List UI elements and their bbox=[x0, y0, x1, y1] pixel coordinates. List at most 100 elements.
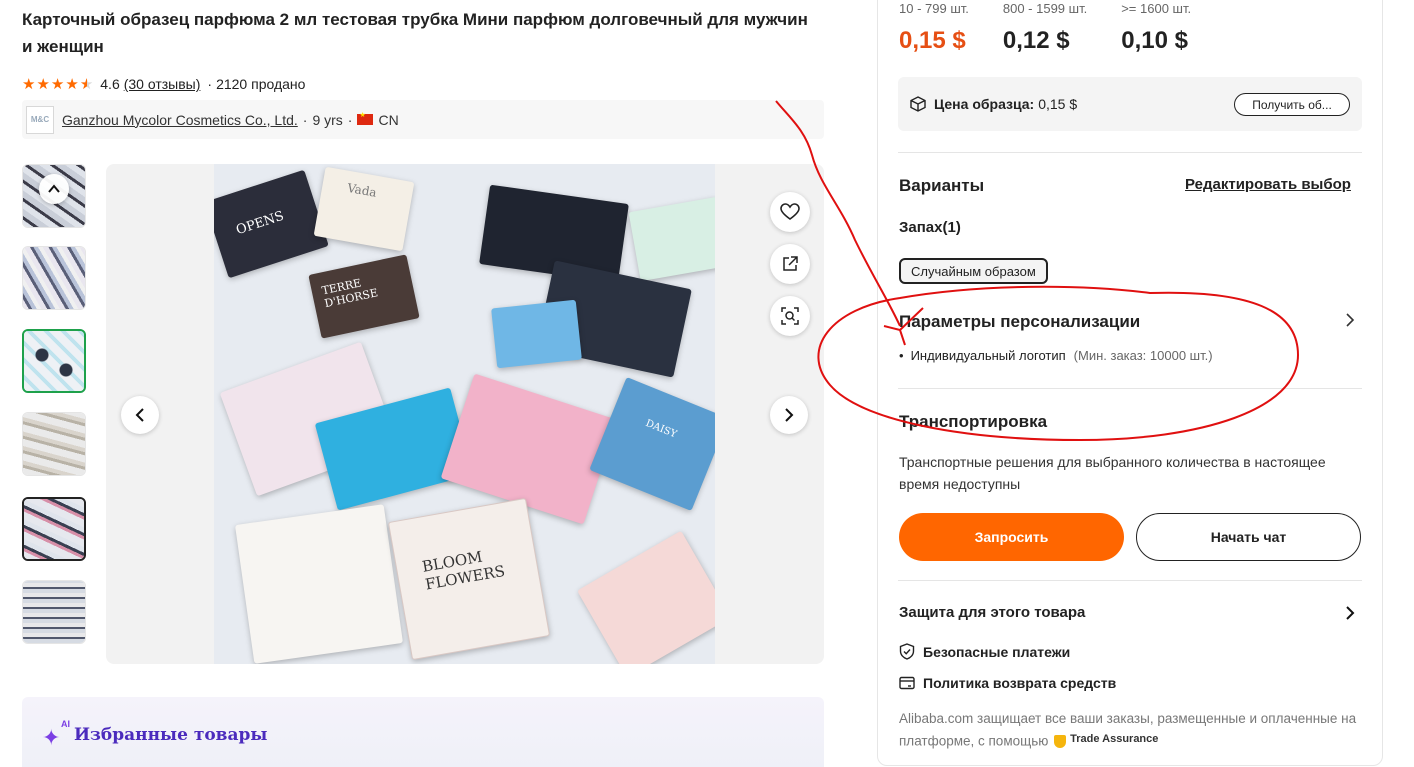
thumbnails-up-button[interactable] bbox=[39, 174, 69, 204]
featured-products-label: Избранные товары bbox=[74, 725, 268, 745]
featured-products-section[interactable]: ✦ AI Избранные товары bbox=[22, 697, 824, 767]
supplier-logo[interactable]: M&C bbox=[26, 105, 54, 134]
tier-quantity: >= 1600 шт. bbox=[1121, 1, 1192, 16]
main-image-gallery: OPENS Vada TERRE D'HORSE DAISY BLOOM FLO… bbox=[106, 164, 824, 664]
thumbnail[interactable] bbox=[22, 329, 86, 393]
thumbnail-image bbox=[24, 331, 84, 391]
thumbnail-image bbox=[23, 247, 85, 309]
price-tiers: 10 - 799 шт. 0,15 $ 800 - 1599 шт. 0,12 … bbox=[899, 0, 1225, 55]
product-box bbox=[234, 504, 404, 664]
star-icon: ★ bbox=[36, 75, 50, 93]
request-quote-button[interactable]: Запросить bbox=[899, 513, 1124, 561]
separator-dot: · bbox=[302, 111, 308, 128]
thumbnail-selected[interactable] bbox=[22, 497, 86, 561]
product-box: OPENS bbox=[214, 169, 329, 279]
divider bbox=[898, 152, 1362, 153]
package-icon bbox=[910, 96, 926, 112]
scent-label: Запах(1) bbox=[899, 219, 961, 236]
supplier-bar: M&C Ganzhou Mycolor Cosmetics Co., Ltd. … bbox=[22, 100, 824, 139]
start-chat-button[interactable]: Начать чат bbox=[1136, 513, 1361, 561]
half-star-icon: ★ bbox=[79, 75, 94, 93]
divider bbox=[898, 388, 1362, 389]
product-box: Vada bbox=[313, 166, 415, 252]
star-icon: ★ bbox=[22, 75, 36, 93]
product-box bbox=[628, 196, 715, 282]
product-title: Карточный образец парфюма 2 мл тестовая … bbox=[22, 10, 808, 56]
refund-policy-row: Политика возврата средств bbox=[899, 675, 1116, 691]
china-flag-icon bbox=[357, 111, 374, 125]
box-label: OPENS bbox=[234, 208, 286, 239]
box-label: TERRE D'HORSE bbox=[320, 276, 380, 311]
image-search-icon bbox=[781, 307, 799, 325]
gallery-next-button[interactable] bbox=[770, 396, 808, 434]
star-icon: ★ bbox=[50, 75, 65, 93]
trade-assurance-badge: Trade Assurance bbox=[1052, 729, 1158, 749]
rating-row: ★ ★ ★ ★ ★ 4.6 (30 отзывы) · 2120 продано bbox=[22, 74, 305, 94]
tier-price: 0,15 $ bbox=[899, 27, 966, 54]
bullet: • bbox=[899, 348, 904, 363]
tier-price: 0,10 $ bbox=[1121, 27, 1188, 54]
separator-dot: · bbox=[347, 111, 353, 128]
sold-count: 2120 продано bbox=[216, 76, 306, 92]
thumbnail-image bbox=[23, 413, 85, 475]
chevron-right-icon[interactable] bbox=[1345, 312, 1355, 333]
chevron-left-icon bbox=[135, 408, 144, 422]
product-box bbox=[491, 299, 582, 369]
reviews-link[interactable]: (30 отзывы) bbox=[124, 76, 201, 92]
get-sample-button[interactable]: Получить об... bbox=[1234, 93, 1350, 116]
custom-logo-label: Индивидуальный логотип bbox=[910, 348, 1066, 363]
chevron-right-icon bbox=[785, 408, 794, 422]
thumbnail-image bbox=[24, 499, 84, 559]
star-icon: ★ bbox=[65, 75, 79, 93]
product-box: BLOOM FLOWERS bbox=[387, 497, 551, 661]
share-icon bbox=[783, 256, 798, 271]
chevron-right-icon[interactable] bbox=[1345, 605, 1355, 626]
protection-note: Alibaba.com защищает все ваши заказы, ра… bbox=[899, 709, 1369, 752]
edit-selection-link[interactable]: Редактировать выбор bbox=[1185, 176, 1351, 193]
thumbnail-image bbox=[23, 581, 85, 643]
supplier-name-link[interactable]: Ganzhou Mycolor Cosmetics Co., Ltd. bbox=[62, 112, 298, 128]
product-box bbox=[440, 373, 618, 525]
sample-price-value: 0,15 $ bbox=[1038, 96, 1078, 112]
customization-item: • Индивидуальный логотип (Мин. заказ: 10… bbox=[899, 348, 1213, 363]
sparkle-icon: ✦ bbox=[42, 725, 61, 750]
shipping-heading: Транспортировка bbox=[899, 412, 1048, 431]
thumbnail[interactable] bbox=[22, 580, 86, 644]
share-button[interactable] bbox=[770, 244, 810, 284]
product-box bbox=[577, 530, 715, 664]
secure-payments-label: Безопасные платежи bbox=[923, 643, 1071, 660]
ai-badge: AI bbox=[61, 719, 70, 729]
secure-payments-row: Безопасные платежи bbox=[899, 643, 1070, 660]
image-search-button[interactable] bbox=[770, 296, 810, 336]
variants-heading: Варианты bbox=[899, 176, 985, 195]
heart-icon bbox=[780, 203, 800, 220]
separator-dot: · bbox=[207, 76, 213, 92]
shield-check-icon bbox=[899, 643, 915, 660]
price-tier: >= 1600 шт. 0,10 $ bbox=[1121, 0, 1191, 55]
trade-assurance-label: Trade Assurance bbox=[1070, 733, 1159, 745]
sample-price-label: Цена образца: bbox=[934, 96, 1035, 112]
product-main-image[interactable]: OPENS Vada TERRE D'HORSE DAISY BLOOM FLO… bbox=[214, 164, 715, 664]
scent-option-chip[interactable]: Случайным образом bbox=[899, 258, 1048, 284]
sample-price-box: Цена образца: 0,15 $ Получить об... bbox=[898, 77, 1362, 131]
supplier-years: 9 yrs bbox=[312, 111, 343, 128]
customization-heading[interactable]: Параметры персонализации bbox=[899, 312, 1140, 332]
custom-logo-moq: (Мин. заказ: 10000 шт.) bbox=[1073, 348, 1213, 363]
trade-assurance-icon bbox=[1054, 734, 1067, 748]
box-label: DAISY bbox=[643, 417, 679, 441]
rating-stars: ★ ★ ★ ★ ★ bbox=[22, 77, 94, 92]
box-label: BLOOM FLOWERS bbox=[420, 547, 507, 594]
refund-icon bbox=[899, 676, 915, 690]
product-box: DAISY bbox=[589, 377, 715, 511]
price-tier: 800 - 1599 шт. 0,12 $ bbox=[1003, 0, 1087, 55]
price-tier: 10 - 799 шт. 0,15 $ bbox=[899, 0, 969, 55]
protection-heading[interactable]: Защита для этого товара bbox=[899, 604, 1085, 621]
thumbnail[interactable] bbox=[22, 412, 86, 476]
tier-quantity: 800 - 1599 шт. bbox=[1002, 1, 1088, 16]
chevron-up-icon bbox=[48, 184, 60, 193]
gallery-prev-button[interactable] bbox=[121, 396, 159, 434]
favorite-button[interactable] bbox=[770, 192, 810, 232]
shipping-text: Транспортные решения для выбранного коли… bbox=[899, 454, 1326, 492]
tier-price: 0,12 $ bbox=[1002, 27, 1070, 54]
thumbnail[interactable] bbox=[22, 246, 86, 310]
